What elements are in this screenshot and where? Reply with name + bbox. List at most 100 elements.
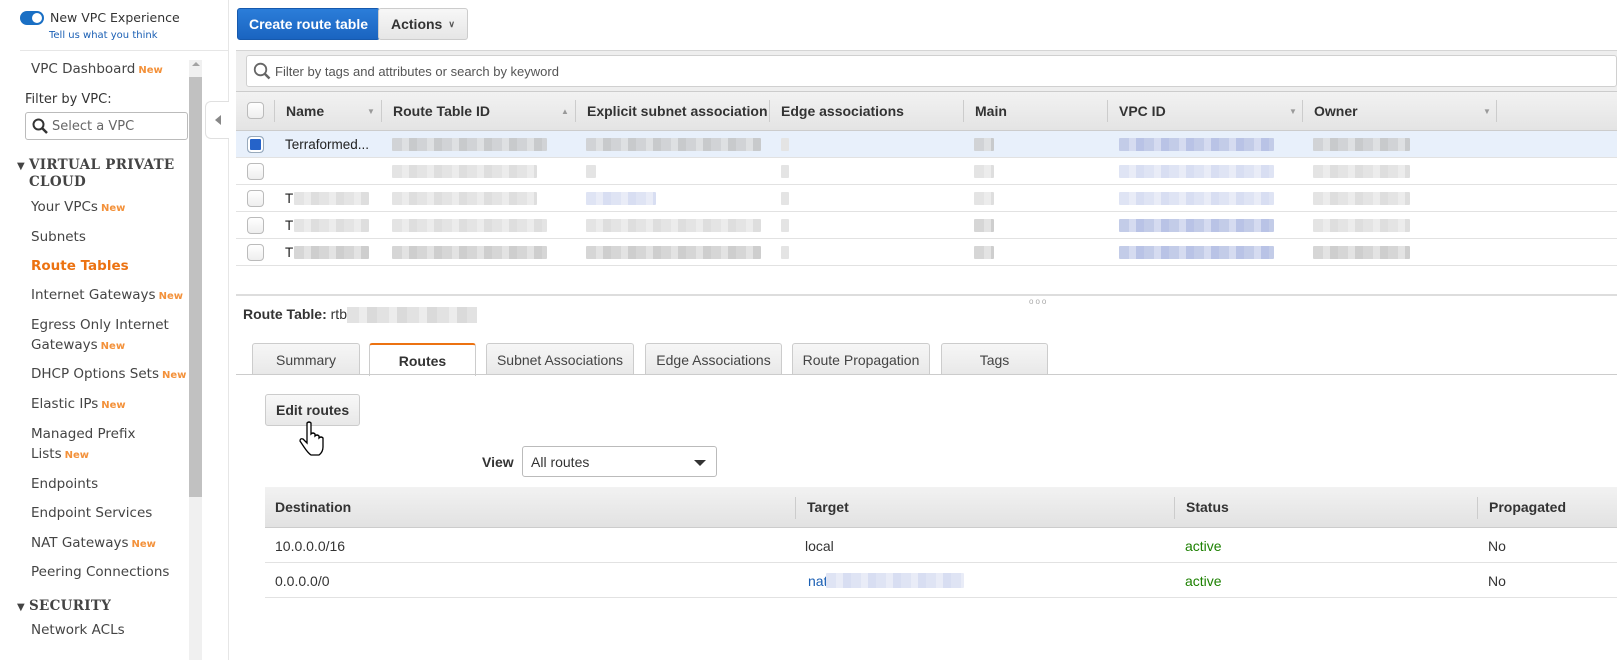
redacted-edge-association — [781, 192, 789, 205]
route-propagated: No — [1488, 538, 1506, 554]
redacted-vpc-id[interactable] — [1119, 219, 1274, 232]
column-header-explicit-subnet-association[interactable]: Explicit subnet association — [577, 92, 767, 130]
sidebar-item-endpoints[interactable]: Endpoints — [31, 475, 98, 495]
view-select[interactable]: All routes — [522, 446, 717, 477]
actions-button[interactable]: Actions ∨ — [378, 8, 468, 40]
row-name: T — [285, 218, 294, 233]
redacted-vpc-id[interactable] — [1119, 165, 1274, 178]
tabs-divider — [236, 374, 1617, 375]
redacted-subnet-association — [586, 165, 596, 178]
chevron-left-icon — [214, 115, 221, 125]
hand-cursor-icon — [299, 421, 324, 456]
redacted-edge-association — [781, 246, 789, 259]
detail-route-table-id: rtb — [330, 306, 347, 322]
sidebar-item-internet-gateways[interactable]: Internet Gateways New — [31, 286, 183, 307]
table-row[interactable]: T — [236, 239, 1617, 266]
collapse-sidebar-button[interactable] — [205, 101, 229, 139]
table-row[interactable]: Terraformed... — [236, 131, 1617, 158]
sidebar-nav: VPC DashboardNew Filter by VPC: ▼VIRTUAL… — [0, 60, 196, 660]
section-security[interactable]: ▼ SECURITY — [17, 598, 111, 616]
sidebar-item-label: Endpoint Services — [31, 505, 153, 521]
column-header-route-table-id[interactable]: Route Table ID — [383, 92, 573, 130]
sidebar-item-label: Gateways — [31, 336, 98, 353]
table-row[interactable]: T — [236, 212, 1617, 239]
sidebar-item-your-vpcs[interactable]: Your VPCs New — [31, 198, 125, 219]
tab-route-propagation[interactable]: Route Propagation — [792, 343, 930, 375]
column-header-target[interactable]: Target — [807, 499, 849, 515]
sidebar-item-label: Lists — [31, 445, 62, 462]
sort-down-icon[interactable]: ▼ — [1289, 107, 1297, 116]
section-title: SECURITY — [29, 598, 112, 614]
panel-splitter[interactable] — [236, 294, 1617, 296]
sidebar-item-managed-prefix-lists[interactable]: Managed Prefix Lists New — [31, 425, 135, 465]
route-destination: 0.0.0.0/0 — [275, 573, 330, 589]
tab-edge-associations[interactable]: Edge Associations — [645, 343, 782, 375]
route-status: active — [1185, 538, 1222, 554]
sidebar-item-vpc-dashboard[interactable]: VPC Dashboard New — [31, 60, 163, 81]
redacted-owner — [1313, 165, 1410, 178]
sidebar-scrollbar[interactable] — [189, 60, 202, 660]
sidebar-item-endpoint-services[interactable]: Endpoint Services — [31, 504, 152, 524]
row-checkbox[interactable] — [247, 163, 264, 180]
redacted-route-table-id — [392, 219, 547, 232]
column-header-name[interactable]: Name — [276, 92, 381, 130]
sort-down-icon[interactable]: ▼ — [1483, 107, 1491, 116]
redacted-nat-gateway-id[interactable] — [826, 573, 964, 588]
redacted-vpc-id[interactable] — [1119, 192, 1274, 205]
tab-summary[interactable]: Summary — [252, 343, 360, 375]
new-vpc-experience-toggle[interactable] — [20, 10, 44, 25]
route-propagated: No — [1488, 573, 1506, 589]
table-row[interactable] — [236, 158, 1617, 185]
column-header-vpc-id[interactable]: VPC ID — [1109, 92, 1289, 130]
sidebar-item-nat-gateways[interactable]: NAT Gateways New — [31, 534, 156, 555]
sidebar-item-label: VPC Dashboard — [31, 61, 136, 77]
row-checkbox[interactable] — [247, 217, 264, 234]
routes-table: Destination Target Status Propagated 10.… — [265, 487, 1617, 598]
search-input[interactable] — [275, 63, 1175, 79]
redacted-vpc-id[interactable] — [1119, 138, 1274, 151]
sidebar: New VPC Experience Tell us what you thin… — [0, 0, 229, 660]
redacted-subnet-association — [586, 246, 761, 259]
column-header-main[interactable]: Main — [965, 92, 1105, 130]
tab-routes[interactable]: Routes — [369, 343, 476, 376]
search-field[interactable] — [246, 55, 1617, 87]
caret-down-icon: ▼ — [17, 602, 25, 613]
sidebar-item-peering-connections[interactable]: Peering Connections — [31, 563, 169, 583]
scroll-up-icon[interactable] — [192, 62, 200, 66]
column-header-status[interactable]: Status — [1186, 499, 1229, 515]
sidebar-item-egress-only-internet-gateways[interactable]: Egress Only Internet Gateways New — [31, 316, 169, 356]
column-header-edge-associations[interactable]: Edge associations — [771, 92, 961, 130]
new-badge: New — [100, 203, 126, 214]
feedback-link[interactable]: Tell us what you think — [49, 30, 158, 41]
view-label: View — [482, 454, 514, 470]
row-checkbox[interactable] — [247, 190, 264, 207]
vpc-filter-field[interactable] — [25, 112, 188, 140]
redacted-vpc-id[interactable] — [1119, 246, 1274, 259]
column-header-owner[interactable]: Owner — [1304, 92, 1484, 130]
sidebar-item-dhcp-options-sets[interactable]: DHCP Options Sets New — [31, 365, 186, 386]
column-header-destination[interactable]: Destination — [275, 499, 351, 515]
redacted-main — [974, 246, 994, 259]
create-route-table-button[interactable]: Create route table — [237, 8, 381, 40]
table-row[interactable]: T — [236, 185, 1617, 212]
tab-tags[interactable]: Tags — [941, 343, 1048, 375]
redacted-route-table-id — [392, 192, 537, 205]
sort-up-icon[interactable]: ▲ — [561, 107, 569, 116]
sidebar-item-elastic-ips[interactable]: Elastic IPs New — [31, 395, 126, 416]
route-target-link[interactable]: nat — [808, 573, 827, 589]
drag-handle-icon[interactable]: ooo — [1029, 297, 1048, 306]
redacted-subnet-association[interactable] — [586, 192, 656, 205]
scrollbar-thumb[interactable] — [189, 77, 202, 497]
sidebar-item-subnets[interactable]: Subnets — [31, 228, 86, 248]
tab-subnet-associations[interactable]: Subnet Associations — [486, 343, 634, 375]
select-all-checkbox[interactable] — [247, 102, 264, 119]
column-header-propagated[interactable]: Propagated — [1489, 499, 1566, 515]
row-checkbox[interactable] — [247, 244, 264, 261]
row-name: T — [285, 191, 294, 206]
row-checkbox[interactable] — [247, 136, 264, 153]
sidebar-item-network-acls[interactable]: Network ACLs — [31, 621, 125, 641]
vpc-filter-input[interactable] — [52, 118, 182, 134]
sidebar-item-route-tables[interactable]: Route Tables — [31, 257, 129, 277]
section-virtual-private-cloud[interactable]: ▼ VIRTUAL PRIVATE CLOUD — [17, 157, 175, 191]
sort-down-icon[interactable]: ▼ — [367, 107, 375, 116]
